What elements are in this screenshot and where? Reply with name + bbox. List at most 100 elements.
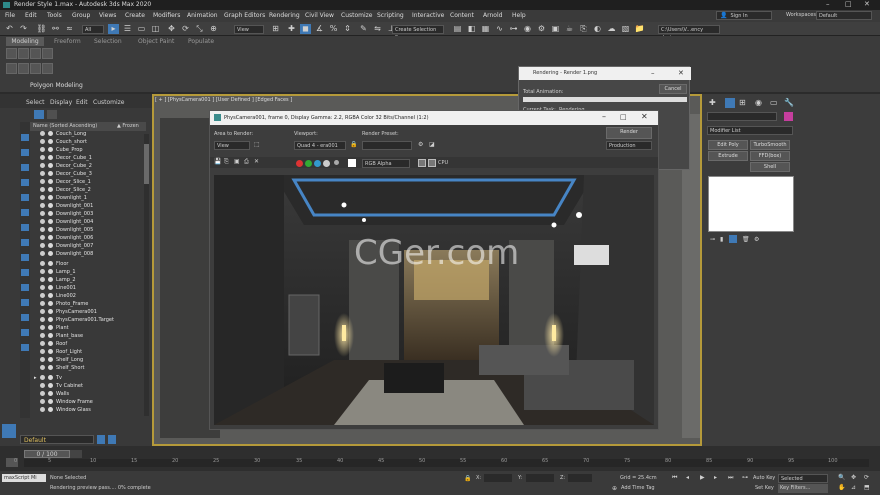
render-active-shade-icon[interactable]: ◐ bbox=[592, 24, 603, 34]
eye-icon[interactable] bbox=[40, 333, 45, 338]
render-setup-icon[interactable]: ⚙ bbox=[418, 141, 423, 148]
configure-modifier-sets-icon[interactable]: ⚙ bbox=[754, 236, 759, 243]
previous-frame-icon[interactable]: ◂ bbox=[686, 474, 689, 481]
ribbon-tool-icon[interactable] bbox=[30, 48, 41, 59]
monochrome-icon[interactable] bbox=[334, 160, 339, 165]
percent-snap-icon[interactable]: % bbox=[328, 24, 339, 34]
filter-all-icon[interactable] bbox=[21, 314, 29, 321]
rectangular-selection-icon[interactable]: ▭ bbox=[136, 24, 147, 34]
list-item[interactable]: Downlight_005 bbox=[32, 226, 142, 234]
utilities-tab-icon[interactable]: 🔧 bbox=[784, 98, 794, 107]
viewport-label[interactable]: [ + ] [PhysCamera001 ] [User Defined ] [… bbox=[155, 97, 292, 103]
eye-icon[interactable] bbox=[40, 131, 45, 136]
filter-invert-icon[interactable] bbox=[21, 344, 29, 351]
filter-lights-icon[interactable] bbox=[21, 164, 29, 171]
eye-icon[interactable] bbox=[40, 187, 45, 192]
ribbon-tool-icon[interactable] bbox=[6, 48, 17, 59]
eye-icon[interactable] bbox=[40, 235, 45, 240]
pivot-center-icon[interactable]: ⊞ bbox=[270, 24, 281, 34]
print-image-icon[interactable]: ⎙ bbox=[244, 158, 249, 166]
tab-modeling[interactable]: Modeling bbox=[6, 37, 44, 46]
menu-interactive[interactable]: Interactive bbox=[412, 12, 444, 19]
list-item[interactable]: Decor_Cube_2 bbox=[32, 162, 142, 170]
minimize-icon[interactable]: – bbox=[826, 0, 830, 8]
list-item[interactable]: Shelf_Long bbox=[32, 356, 142, 364]
polygon-modeling-label[interactable]: Polygon Modeling bbox=[30, 82, 83, 89]
time-slider[interactable]: 0 / 100 bbox=[24, 450, 70, 458]
motion-tab-icon[interactable]: ◉ bbox=[755, 98, 762, 107]
display-tab-icon[interactable]: ▭ bbox=[770, 98, 778, 107]
list-item[interactable]: Roof_Light bbox=[32, 348, 142, 356]
list-item[interactable]: Window Frame bbox=[32, 398, 142, 406]
eye-icon[interactable] bbox=[40, 365, 45, 370]
list-item[interactable]: ▸ Tv bbox=[32, 374, 142, 382]
filter-xrefs-icon[interactable] bbox=[21, 239, 29, 246]
list-item[interactable]: Photo_Frame bbox=[32, 300, 142, 308]
tab-freeform[interactable]: Freeform bbox=[54, 38, 81, 45]
list-item[interactable]: Couch_short bbox=[32, 138, 142, 146]
ribbon-tool-icon[interactable] bbox=[6, 63, 17, 74]
snaps-toggle-icon[interactable]: ◼ bbox=[300, 24, 311, 34]
rendered-frame-window-icon[interactable]: ▣ bbox=[550, 24, 561, 34]
eye-icon[interactable] bbox=[40, 293, 45, 298]
placement-icon[interactable]: ⊕ bbox=[208, 24, 219, 34]
alpha-channel-icon[interactable] bbox=[323, 160, 330, 167]
tab-object-paint[interactable]: Object Paint bbox=[138, 38, 174, 45]
eye-icon[interactable] bbox=[40, 163, 45, 168]
select-by-name-icon[interactable]: ☰ bbox=[122, 24, 133, 34]
menu-create[interactable]: Create bbox=[125, 12, 145, 19]
explorer-tab-display[interactable]: Display bbox=[50, 99, 72, 106]
list-item[interactable]: Floor bbox=[32, 260, 142, 268]
make-unique-icon[interactable] bbox=[729, 235, 737, 243]
toggle-ribbon-icon[interactable]: ▦ bbox=[480, 24, 491, 34]
list-item[interactable]: Lamp_1 bbox=[32, 268, 142, 276]
layer-dropdown[interactable]: Default bbox=[20, 435, 94, 444]
eye-icon[interactable] bbox=[40, 391, 45, 396]
menu-group[interactable]: Group bbox=[72, 12, 90, 19]
modifier-stack[interactable] bbox=[708, 176, 794, 232]
set-key-icon[interactable]: ⊶ bbox=[742, 474, 748, 481]
pin-stack-icon[interactable]: ⊸ bbox=[710, 236, 715, 243]
filter-none-icon[interactable] bbox=[21, 329, 29, 336]
eye-icon[interactable] bbox=[40, 269, 45, 274]
link-icon[interactable]: ⛓ bbox=[36, 24, 47, 34]
move-icon[interactable]: ✥ bbox=[166, 24, 177, 34]
unlink-icon[interactable]: ⚯ bbox=[50, 24, 61, 34]
y-coordinate-field[interactable] bbox=[526, 474, 554, 482]
menu-arnold[interactable]: Arnold bbox=[483, 12, 502, 19]
render-button[interactable]: Render bbox=[606, 127, 652, 139]
explorer-scrollbar[interactable] bbox=[144, 134, 149, 416]
expand-arrow-icon[interactable]: ▸ bbox=[34, 374, 37, 382]
list-item[interactable]: Decor_Cube_1 bbox=[32, 154, 142, 162]
column-header-frozen[interactable]: ▲ Frozen bbox=[117, 123, 139, 129]
menu-civil-view[interactable]: Civil View bbox=[305, 12, 334, 19]
select-manipulate-icon[interactable]: ✚ bbox=[286, 24, 297, 34]
angle-snap-icon[interactable]: ∡ bbox=[314, 24, 325, 34]
menu-edit[interactable]: Edit bbox=[25, 12, 37, 19]
swatch-icon[interactable] bbox=[348, 159, 356, 167]
shell-button[interactable]: Shell bbox=[750, 162, 790, 172]
rotate-icon[interactable]: ⟳ bbox=[180, 24, 191, 34]
go-to-start-icon[interactable]: ⏮ bbox=[672, 474, 677, 482]
list-item[interactable]: Lamp_2 bbox=[32, 276, 142, 284]
menu-modifiers[interactable]: Modifiers bbox=[153, 12, 180, 19]
show-end-result-icon[interactable]: ▮ bbox=[720, 236, 723, 243]
list-item[interactable]: Couch_Long bbox=[32, 130, 142, 138]
turbosmooth-button[interactable]: TurboSmooth bbox=[750, 140, 790, 150]
eye-icon[interactable] bbox=[40, 407, 45, 412]
ribbon-tool-icon[interactable] bbox=[30, 63, 41, 74]
red-channel-icon[interactable] bbox=[296, 160, 303, 167]
add-time-tag[interactable]: Add Time Tag bbox=[621, 485, 655, 491]
menu-customize[interactable]: Customize bbox=[341, 12, 373, 19]
eye-icon[interactable] bbox=[40, 155, 45, 160]
filter-containers-icon[interactable] bbox=[21, 269, 29, 276]
lock-selection-icon[interactable]: 🔒 bbox=[464, 475, 471, 482]
lock-icon[interactable]: 🔒 bbox=[350, 141, 357, 148]
list-item[interactable]: Downlight_006 bbox=[32, 234, 142, 242]
list-item[interactable]: Plant_base bbox=[32, 332, 142, 340]
filter-groups-icon[interactable] bbox=[21, 224, 29, 231]
environment-effects-icon[interactable]: ◪ bbox=[429, 141, 435, 148]
scale-icon[interactable]: ⤡ bbox=[194, 24, 205, 34]
schematic-view-icon[interactable]: ⊶ bbox=[508, 24, 519, 34]
zoom-icon[interactable]: 🔍 bbox=[838, 474, 845, 481]
